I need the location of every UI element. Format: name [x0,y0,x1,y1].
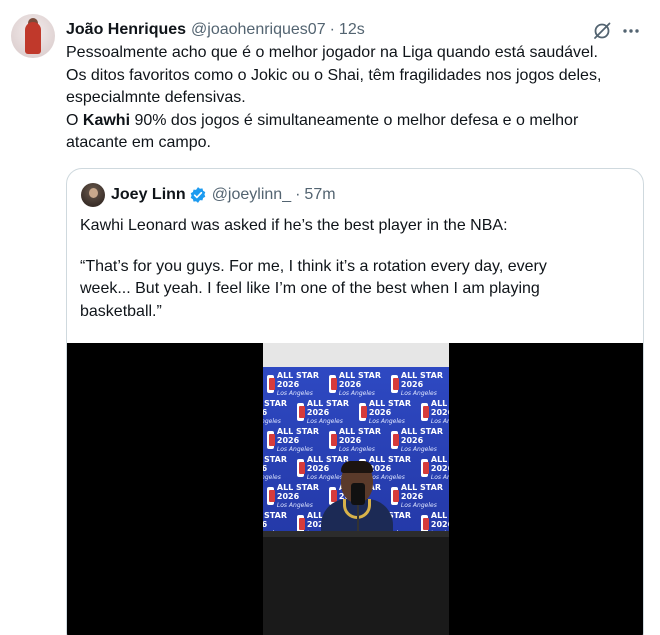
backdrop-logo-tile: ALL STAR 2026Los Angeles [267,483,323,510]
video-player[interactable]: ALL STAR 2026 Los Angeles ALL STAR 2026 Los… [67,343,643,635]
backdrop-subtext: Los Angeles [276,501,313,509]
backdrop-wordmark: ALL STAR 2026Los Angeles [339,427,385,454]
backdrop-wordmark: ALL STAR 2026Los Angeles [277,483,323,510]
backdrop-wordmark: ALL STAR 2026Los Angeles [277,371,323,398]
tweet-text-line: O Kawhi 90% dos jogos é simultaneamente … [66,110,656,133]
quoted-author-avatar[interactable] [81,183,105,207]
backdrop-logo-tile: ALL STAR 2026Los Angeles [391,371,447,398]
backdrop-wordmark: ALL STAR 2026Los Angeles [277,427,323,454]
backdrop-logo-tile: ALL STAR 2026Los Angeles [263,399,291,426]
nba-logo-icon [391,375,399,393]
tweet-text-line: Os ditos favoritos como o Jokic ou o Sha… [66,66,602,84]
nba-logo-icon [359,403,367,421]
podium [263,531,449,635]
tweet-text-line: Pessoalmente acho que é o melhor jogador… [66,44,598,61]
backdrop-logo-tile: ALL STAR 2026Los Angeles [267,427,323,454]
video-frame[interactable]: ALL STAR 2026 Los Angeles ALL STAR 2026 Los… [263,343,449,635]
nba-logo-icon [391,431,399,449]
backdrop-logo-tile: ALL STAR 2026Los Angeles [263,455,291,482]
backdrop-logo-tile: ALL STAR 2026Los Angeles [421,455,449,482]
letterbox-left [67,343,263,635]
letterbox-right [449,343,643,635]
backdrop-wordmark: ALL STAR 2026Los Angeles [369,399,415,426]
backdrop-subtext: Los Angeles [400,501,437,509]
nba-logo-icon [329,431,337,449]
backdrop-subtext: Los Angeles [400,445,437,453]
tweet-text-line: atacante em campo. [66,134,211,152]
more-options-icon[interactable] [618,18,644,44]
backdrop-wordmark: ALL STAR 2026Los Angeles [263,455,291,482]
backdrop-subtext: Los Angeles [276,389,313,397]
author-handle[interactable]: @joaohenriques07 [191,21,326,39]
nba-logo-icon [267,487,275,505]
backdrop-subtext: Los Angeles [276,445,313,453]
author-name[interactable]: João Henriques [66,21,186,39]
backdrop-logo-tile: ALL STAR 2026Los Angeles [329,427,385,454]
quoted-author-name[interactable]: Joey Linn [111,186,186,204]
nba-logo-icon [297,459,305,477]
backdrop-logo-tile: ALL STAR 2026Los Angeles [297,399,353,426]
quoted-tweet-timestamp[interactable]: 57m [304,186,335,204]
quoted-tweet[interactable]: Joey Linn @joeylinn_ · 57m Kawhi Leonard… [66,168,644,635]
quoted-tweet-header: Joey Linn @joeylinn_ · 57m [111,184,336,206]
backdrop-subtext: Los Angeles [338,445,375,453]
backdrop-subtext: Los Angeles [430,473,449,481]
nba-logo-icon [267,375,275,393]
bold-name-kawhi: Kawhi [82,111,131,129]
quoted-avatar-face [89,188,98,198]
tweet: João Henriques @joaohenriques07 · 12s Pe… [0,0,660,635]
backdrop-logo-tile: ALL STAR 2026Los Angeles [329,371,385,398]
backdrop-subtext: Los Angeles [263,417,281,425]
quoted-text-line: week... But yeah. I feel like I’m one of… [80,280,540,298]
backdrop-subtext: Los Angeles [306,417,343,425]
author-avatar[interactable] [11,14,55,58]
backdrop-wordmark: ALL STAR 2026Los Angeles [339,371,385,398]
backdrop-logo-tile: ALL STAR 2026Los Angeles [267,371,323,398]
nba-logo-icon [421,459,429,477]
podium-top [263,531,449,537]
backdrop-wordmark: ALL STAR 2026Los Angeles [431,455,449,482]
backdrop-wordmark: ALL STAR 2026Los Angeles [431,399,449,426]
backdrop-logo-tile: ALL STAR 2026Los Angeles [391,483,447,510]
quoted-text-line: basketball.” [80,302,162,320]
backdrop-logo-tile: ALL STAR 2026Los Angeles [391,427,447,454]
backdrop-logo-tile: ALL STAR 2026Los Angeles [421,399,449,426]
quoted-text-line: “That’s for you guys. For me, I think it… [80,257,547,275]
backdrop-subtext: Los Angeles [368,417,405,425]
backdrop-wordmark: ALL STAR 2026Los Angeles [401,371,447,398]
backdrop-logo-tile: ALL STAR 2026Los Angeles [359,399,415,426]
quoted-author-handle[interactable]: @joeylinn_ [212,186,291,204]
player-hair [341,461,373,473]
line-suffix: 90% dos jogos é simultaneamente o melhor… [130,111,579,129]
backdrop-subtext: Los Angeles [338,389,375,397]
backdrop-subtext: Los Angeles [400,389,437,397]
tweet-header: João Henriques @joaohenriques07 · 12s [66,19,365,41]
backdrop-subtext: Los Angeles [263,473,281,481]
verified-badge-icon [189,186,207,204]
microphone-icon [351,483,365,535]
header-separator: · [329,21,335,38]
nba-logo-icon [267,431,275,449]
backdrop-wordmark: ALL STAR 2026Los Angeles [307,399,353,426]
quoted-header-separator: · [295,186,301,203]
quoted-tweet-text: Kawhi Leonard was asked if he’s the best… [80,215,636,323]
avatar-figure [25,22,41,54]
nba-logo-icon [297,403,305,421]
backdrop-wordmark: ALL STAR 2026Los Angeles [401,483,447,510]
nba-logo-icon [329,375,337,393]
nba-logo-icon [421,403,429,421]
tweet-text-line: especialmnte defensivas. [66,89,246,107]
room-ceiling [263,343,449,367]
tweet-timestamp[interactable]: 12s [339,21,365,39]
backdrop-subtext: Los Angeles [430,417,449,425]
quoted-text-line: Kawhi Leonard was asked if he’s the best… [80,217,508,234]
backdrop-wordmark: ALL STAR 2026Los Angeles [263,399,291,426]
tweet-text: Pessoalmente acho que é o melhor jogador… [66,42,656,155]
grok-icon[interactable] [589,18,615,44]
backdrop-wordmark: ALL STAR 2026Los Angeles [401,427,447,454]
line-prefix: O [66,111,83,129]
